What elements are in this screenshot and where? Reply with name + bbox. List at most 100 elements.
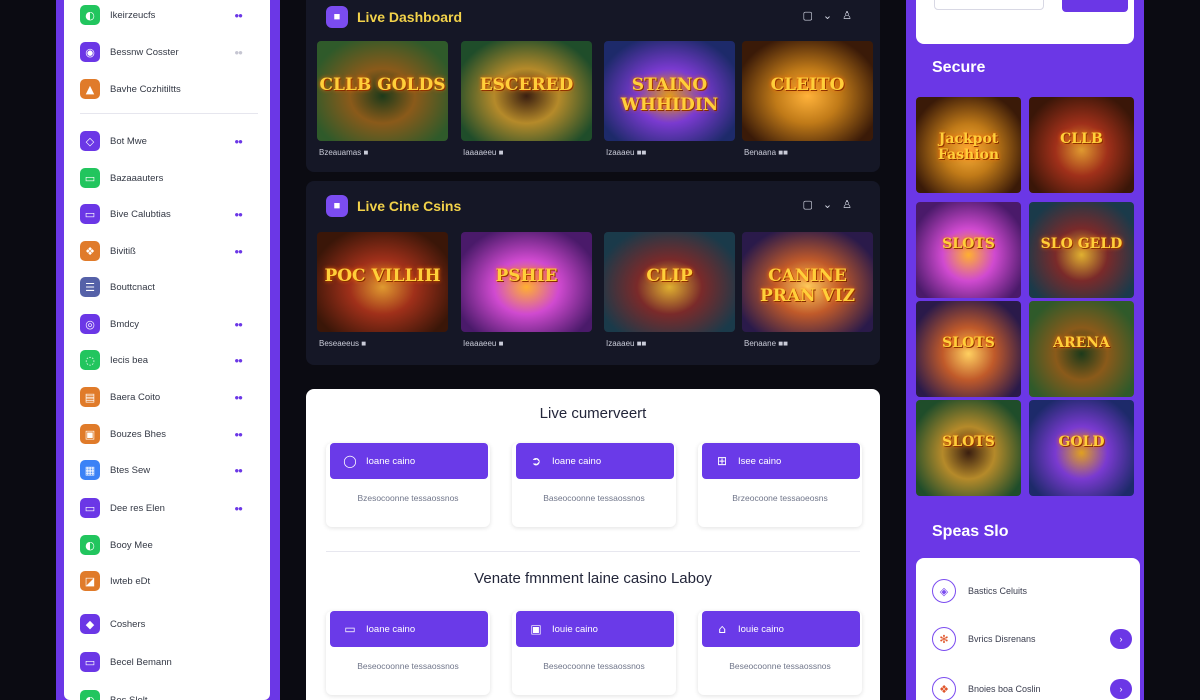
promo-list-label: Bvrics Disrenans <box>968 634 1036 644</box>
wallet-icon: ▣ <box>80 424 100 444</box>
option-card: ⊞ Isee caino Brzeocoone tessaoeosns <box>698 443 862 527</box>
game-tile[interactable]: CLEITO <box>742 41 873 141</box>
panel-title: Live Cine Csins <box>357 198 462 214</box>
sidebar-item[interactable]: ▲ Bavhe Cozhitiltts <box>80 78 258 100</box>
promo-list-item[interactable]: ❖ Bnoies boa Coslin › <box>932 676 1132 700</box>
option-button[interactable]: ➲ Ioane caino <box>516 443 674 479</box>
sidebar-item-label: Bessnw Cosster <box>110 46 179 58</box>
option-button[interactable]: ⌂ Iouie caino <box>702 611 860 647</box>
more-dots-icon[interactable]: ●● <box>234 466 243 475</box>
chevron-down-icon[interactable]: ⌄ <box>823 198 832 211</box>
sidebar-item[interactable]: ◐ Bes Slelt <box>80 689 258 700</box>
circle-icon: ◉ <box>80 42 100 62</box>
game-logo-text: SLOTS <box>942 335 995 351</box>
game-tile[interactable]: ESCERED <box>461 41 592 141</box>
chip-icon: ◎ <box>80 314 100 334</box>
sidebar-item[interactable]: ◪ Iwteb eDt <box>80 570 258 592</box>
slot-tile[interactable]: SLO GELD <box>1029 202 1134 298</box>
more-dots-icon[interactable]: ●● <box>234 137 243 146</box>
sidebar-item[interactable]: ▣ Bouzes Bhes ●● <box>80 423 258 445</box>
game-tile[interactable]: CANINE PRAN VIZ <box>742 232 873 332</box>
sidebar-item-label: Iwteb eDt <box>110 575 151 587</box>
sidebar-item[interactable]: ◆ Coshers <box>80 613 258 635</box>
game-tile[interactable]: STAINO WHHIDIN <box>604 41 735 141</box>
game-logo-text: Jackpot Fashion <box>937 131 1000 163</box>
window-icon[interactable]: ▢ <box>803 9 813 22</box>
more-dots-icon[interactable]: ●● <box>234 393 243 402</box>
option-button-label: Iouie caino <box>738 623 784 635</box>
message-icon: ▭ <box>80 168 100 188</box>
sidebar-item[interactable]: ❖ Bivitiß ●● <box>80 240 258 262</box>
slot-tile[interactable]: GOLD <box>1029 400 1134 496</box>
option-button[interactable]: ⊞ Isee caino <box>702 443 860 479</box>
option-button-label: Ioane caino <box>366 623 416 635</box>
more-dots-icon[interactable]: ●● <box>234 504 243 513</box>
option-card: ▭ Ioane caino Beseocoonne tessaossnos <box>326 611 490 695</box>
sidebar-item[interactable]: ▭ Becel Bemann <box>80 651 258 673</box>
option-description: Beseocoonne tessaossnos <box>543 661 645 671</box>
sidebar-item-label: Bavhe Cozhitiltts <box>110 83 181 95</box>
list-icon: ☰ <box>80 277 100 297</box>
more-dots-icon[interactable]: ●● <box>234 430 243 439</box>
option-description: Baseocoonne tessaossnos <box>543 493 645 503</box>
slot-tile[interactable]: SLOTS <box>916 400 1021 496</box>
game-tile[interactable]: PSHIE <box>461 232 592 332</box>
game-tile[interactable]: CLLB GOLDS <box>317 41 448 141</box>
sidebar-item[interactable]: ☰ Bouttcnact <box>80 276 258 298</box>
more-dots-icon[interactable]: ●● <box>234 48 243 57</box>
sidebar-item[interactable]: ◐ Booy Mee <box>80 534 258 556</box>
promo-list-item[interactable]: ✻ Bvrics Disrenans › <box>932 626 1132 652</box>
sidebar-item[interactable]: ◐ Ikeirzeucfs ●● <box>80 4 258 26</box>
slot-tile[interactable]: SLOTS <box>916 301 1021 397</box>
sidebar-item[interactable]: ▭ Bazaaauters <box>80 167 258 189</box>
sidebar-item-label: Bivitiß <box>110 245 136 257</box>
game-logo-text: CLEITO <box>770 75 845 95</box>
left-sidebar: ◐ Ikeirzeucfs ●● ◉ Bessnw Cosster ●● ▲ Bavhe Co… <box>56 0 280 700</box>
more-dots-icon[interactable]: ●● <box>234 356 243 365</box>
chevron-right-icon[interactable]: › <box>1110 629 1132 649</box>
sidebar-item[interactable]: ▦ Btes Sew ●● <box>80 459 258 481</box>
game-caption: Benaane ■■ <box>744 339 788 348</box>
slot-tile[interactable]: SLOTS <box>916 202 1021 298</box>
sidebar-item[interactable]: ◉ Bessnw Cosster ●● <box>80 41 258 63</box>
game-tile[interactable]: POC VILLIH <box>317 232 448 332</box>
slot-tile[interactable]: CLLB <box>1029 97 1134 193</box>
option-button[interactable]: ◯ Ioane caino <box>330 443 488 479</box>
game-logo-text: SLOTS <box>942 434 995 450</box>
window-icon[interactable]: ▢ <box>803 198 813 211</box>
option-description: Brzeocoone tessaoeosns <box>732 493 828 503</box>
search-button[interactable] <box>1062 0 1128 12</box>
game-caption: Ieaaaeeu ■ <box>463 339 504 348</box>
option-description: Bzesocoonne tessaossnos <box>357 493 459 503</box>
option-description: Beseocoonne tessaossnos <box>357 661 459 671</box>
option-button[interactable]: ▣ Iouie caino <box>516 611 674 647</box>
sidebar-item[interactable]: ◌ Iecis bea ●● <box>80 349 258 371</box>
game-tile[interactable]: CLIP <box>604 232 735 332</box>
sidebar-item-label: Iecis bea <box>110 354 149 366</box>
more-dots-icon[interactable]: ●● <box>234 210 243 219</box>
slot-tile[interactable]: ARENA <box>1029 301 1134 397</box>
game-caption: Benaana ■■ <box>744 148 788 157</box>
more-dots-icon[interactable]: ●● <box>234 320 243 329</box>
option-button[interactable]: ▭ Ioane caino <box>330 611 488 647</box>
sidebar-item[interactable]: ▤ Baera Coito ●● <box>80 386 258 408</box>
more-dots-icon[interactable]: ●● <box>234 247 243 256</box>
search-input[interactable] <box>934 0 1044 10</box>
promo-list-item[interactable]: ◈ Bastics Celuits <box>932 578 1132 604</box>
sidebar-item[interactable]: ▭ Dee res Elen ●● <box>80 497 258 519</box>
chevron-right-icon[interactable]: › <box>1110 679 1132 699</box>
sidebar-item[interactable]: ◇ Bot Mwe ●● <box>80 130 258 152</box>
user-icon[interactable]: ♙ <box>842 9 852 22</box>
right-sidebar: Secure Jackpot Fashion CLLB SLOTS SLO GELD S… <box>906 0 1144 700</box>
chat-icon: ◯ <box>343 454 357 468</box>
sidebar-item[interactable]: ◎ Bmdcy ●● <box>80 313 258 335</box>
chevron-down-icon[interactable]: ⌄ <box>823 9 832 22</box>
user-icon[interactable]: ♙ <box>842 198 852 211</box>
sidebar-item-label: Btes Sew <box>110 464 151 476</box>
card-title: Live cumerveert <box>539 405 647 422</box>
tag-icon: ◇ <box>80 131 100 151</box>
option-card: ➲ Ioane caino Baseocoonne tessaossnos <box>512 443 676 527</box>
slot-tile[interactable]: Jackpot Fashion <box>916 97 1021 193</box>
sidebar-item[interactable]: ▭ Bive Calubtias ●● <box>80 203 258 225</box>
more-dots-icon[interactable]: ●● <box>234 11 243 20</box>
